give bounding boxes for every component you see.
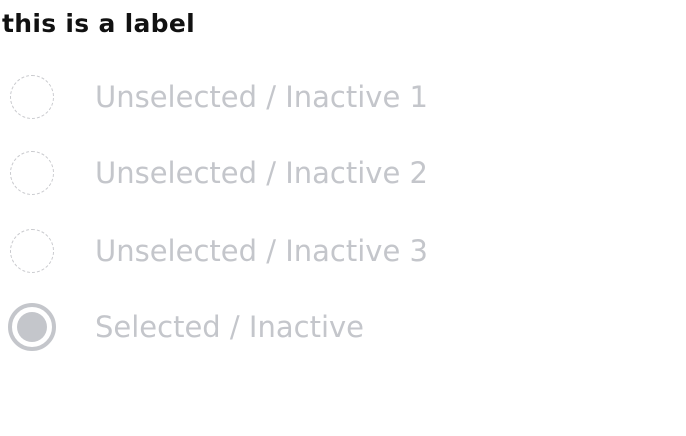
radio-option-label: Unselected / Inactive 2 (95, 156, 428, 190)
radio-unselected-icon[interactable] (10, 75, 54, 119)
radio-dot-icon (17, 312, 47, 342)
radio-option-label: Selected / Inactive (95, 310, 365, 344)
radio-option-label: Unselected / Inactive 1 (95, 80, 428, 114)
radio-selected-icon[interactable] (8, 303, 56, 351)
radio-option-4[interactable]: Selected / Inactive (0, 302, 600, 352)
radio-option-2[interactable]: Unselected / Inactive 2 (0, 148, 600, 198)
radio-option-1[interactable]: Unselected / Inactive 1 (0, 72, 600, 122)
radio-group-label: this is a label (2, 9, 195, 38)
radio-unselected-icon[interactable] (10, 151, 54, 195)
radio-option-label: Unselected / Inactive 3 (95, 234, 428, 268)
radio-unselected-icon[interactable] (10, 229, 54, 273)
radio-option-3[interactable]: Unselected / Inactive 3 (0, 226, 600, 276)
